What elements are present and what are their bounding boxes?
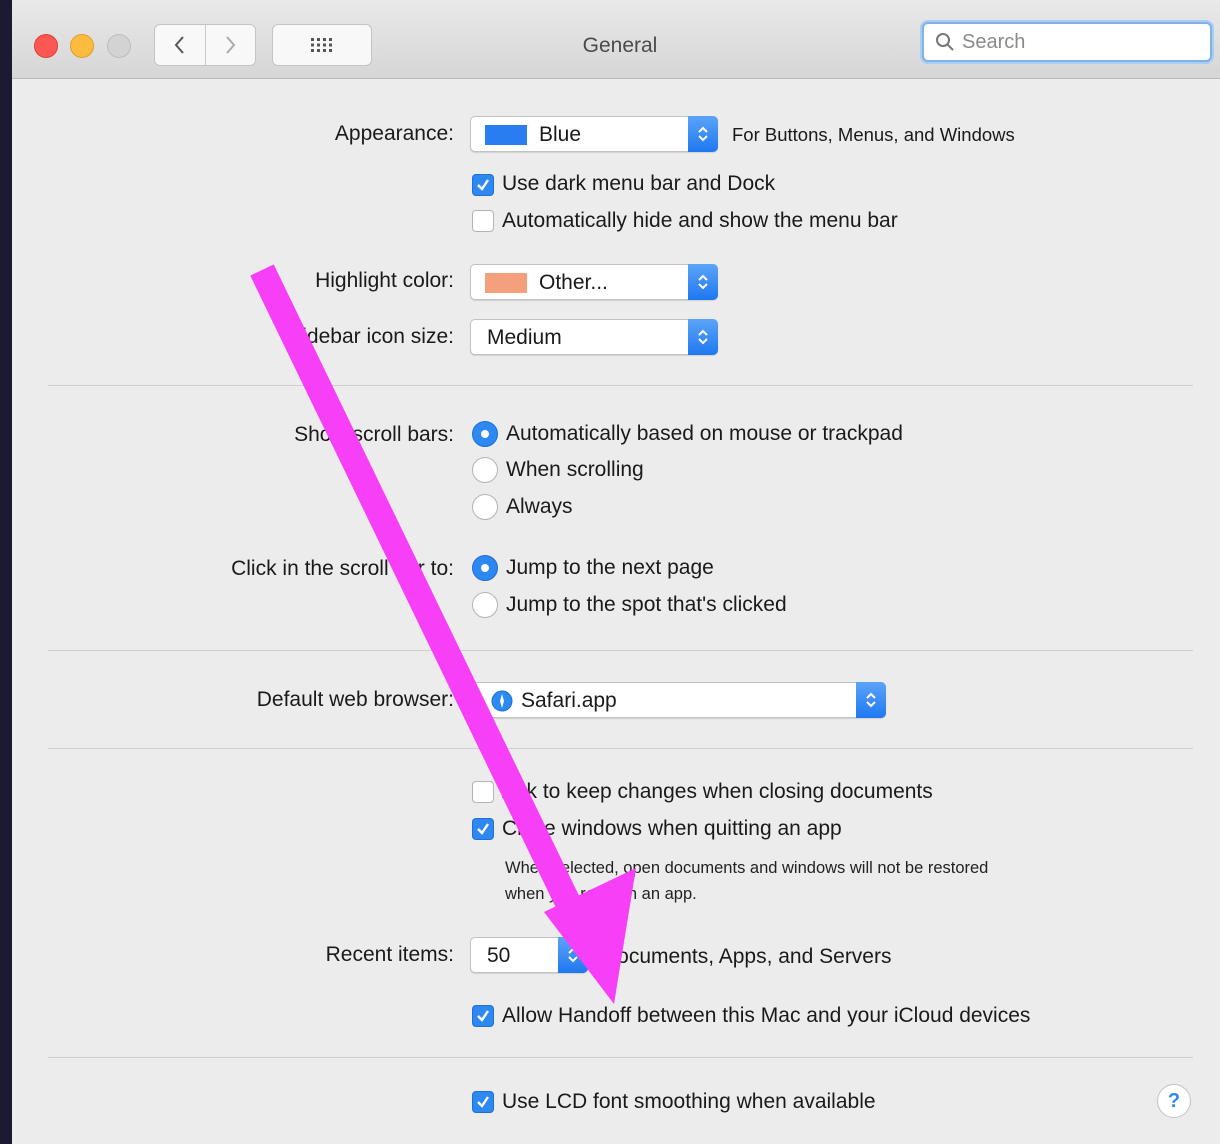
- appearance-popup[interactable]: Blue: [470, 116, 718, 152]
- close-window-button[interactable]: [34, 34, 58, 58]
- handoff-checkbox[interactable]: [472, 1005, 494, 1027]
- show-all-button[interactable]: [272, 24, 372, 66]
- popup-arrows-icon: [688, 264, 718, 300]
- appearance-hint: For Buttons, Menus, and Windows: [732, 124, 1015, 145]
- general-preferences-window: General Appearance: Blue For Buttons, Me…: [12, 0, 1220, 1144]
- close-windows-note-line2: when you re-open an app.: [505, 885, 697, 903]
- click-scroll-bar-label: Click in the scroll bar to:: [231, 557, 454, 580]
- forward-button[interactable]: [204, 25, 256, 65]
- recent-items-value: 50: [487, 944, 511, 967]
- sidebar-icon-size-value: Medium: [487, 326, 562, 349]
- close-windows-note-line1: When selected, open documents and window…: [505, 859, 989, 877]
- popup-arrows-icon: [688, 319, 718, 355]
- dark-menu-label: Use dark menu bar and Dock: [502, 172, 776, 195]
- recent-items-suffix: Documents, Apps, and Servers: [602, 945, 892, 968]
- close-windows-label: Close windows when quitting an app: [502, 817, 842, 840]
- dark-menu-checkbox[interactable]: [472, 174, 494, 196]
- ask-keep-changes-checkbox[interactable]: [472, 781, 494, 803]
- section-divider: [48, 1057, 1193, 1058]
- scroll-bars-when-scrolling-label: When scrolling: [506, 458, 644, 481]
- safari-icon: [491, 690, 513, 717]
- back-button[interactable]: [155, 25, 205, 65]
- lcd-smoothing-checkbox[interactable]: [472, 1091, 494, 1113]
- auto-hide-menu-label: Automatically hide and show the menu bar: [502, 209, 898, 232]
- title-bar: General: [12, 0, 1220, 79]
- default-browser-value: Safari.app: [521, 689, 617, 712]
- zoom-window-button[interactable]: [107, 34, 131, 58]
- back-forward-group: [154, 24, 256, 66]
- help-button[interactable]: ?: [1157, 1084, 1191, 1118]
- checkmark-icon: [477, 1096, 489, 1108]
- appearance-value: Blue: [539, 123, 582, 146]
- popup-arrows-icon: [856, 682, 886, 718]
- checkmark-icon: [477, 179, 489, 191]
- scroll-bars-auto-label: Automatically based on mouse or trackpad: [506, 422, 903, 445]
- popup-arrows-icon: [558, 937, 588, 973]
- handoff-label: Allow Handoff between this Mac and your …: [502, 1004, 1031, 1027]
- show-scroll-bars-label: Show scroll bars:: [294, 423, 454, 446]
- minimize-window-button[interactable]: [70, 34, 94, 58]
- scroll-bars-always-label: Always: [506, 495, 573, 518]
- scroll-bars-auto-radio[interactable]: [472, 421, 498, 447]
- highlight-color-label: Highlight color:: [315, 269, 454, 292]
- chevron-left-icon: [174, 36, 184, 54]
- appearance-label: Appearance:: [334, 122, 454, 145]
- window-title: General: [582, 34, 658, 57]
- recent-items-popup[interactable]: 50: [470, 937, 588, 973]
- grid-icon: [311, 38, 332, 52]
- recent-items-label: Recent items:: [325, 943, 454, 966]
- section-divider: [48, 748, 1193, 749]
- color-swatch: [485, 125, 527, 145]
- scroll-bars-always-radio[interactable]: [472, 494, 498, 520]
- default-browser-popup[interactable]: Safari.app: [470, 682, 886, 718]
- ask-keep-changes-label: Ask to keep changes when closing documen…: [502, 780, 933, 803]
- jump-to-spot-radio[interactable]: [472, 592, 498, 618]
- section-divider: [48, 385, 1193, 386]
- jump-next-page-label: Jump to the next page: [506, 556, 714, 579]
- highlight-color-popup[interactable]: Other...: [470, 264, 718, 300]
- default-browser-label: Default web browser:: [256, 688, 454, 711]
- jump-next-page-radio[interactable]: [472, 555, 498, 581]
- chevron-right-icon: [226, 36, 236, 54]
- jump-to-spot-label: Jump to the spot that's clicked: [506, 593, 787, 616]
- highlight-color-value: Other...: [539, 271, 608, 294]
- close-windows-checkbox[interactable]: [472, 818, 494, 840]
- sidebar-icon-size-label: Sidebar icon size:: [288, 325, 454, 348]
- popup-arrows-icon: [688, 116, 718, 152]
- lcd-smoothing-label: Use LCD font smoothing when available: [502, 1090, 876, 1113]
- auto-hide-menu-checkbox[interactable]: [472, 210, 494, 232]
- color-swatch: [485, 273, 527, 293]
- checkmark-icon: [477, 1010, 489, 1022]
- checkmark-icon: [477, 823, 489, 835]
- sidebar-icon-size-popup[interactable]: Medium: [470, 319, 718, 355]
- search-icon: [934, 31, 956, 53]
- search-input[interactable]: [960, 29, 1204, 55]
- search-field[interactable]: [922, 22, 1212, 62]
- section-divider: [48, 650, 1193, 651]
- scroll-bars-when-scrolling-radio[interactable]: [472, 457, 498, 483]
